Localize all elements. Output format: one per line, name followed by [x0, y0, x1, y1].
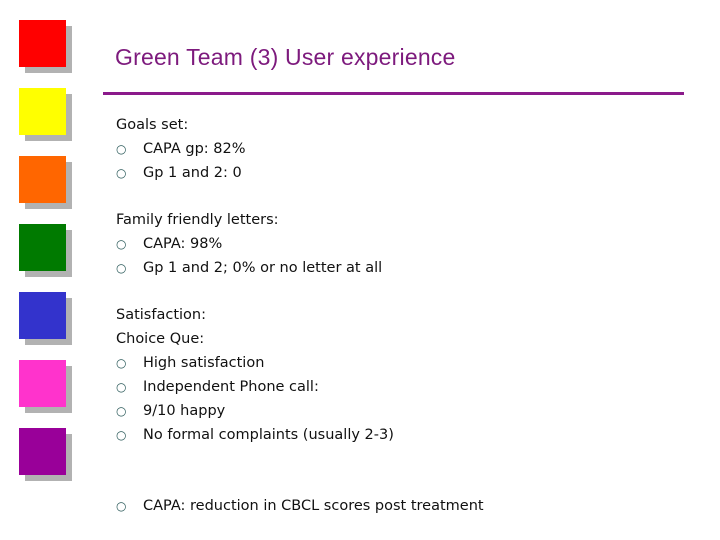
list-item-text: Gp 1 and 2; 0% or no letter at all	[143, 260, 383, 276]
list-item-text: High satisfaction	[143, 355, 265, 371]
list-item: ○ CAPA: 98%	[116, 232, 696, 256]
list-item: ○ Independent Phone call:	[116, 375, 696, 399]
bullet-circle-icon: ○	[116, 237, 127, 251]
list-item: ○ Gp 1 and 2: 0	[116, 161, 696, 185]
list-item: ○ Gp 1 and 2; 0% or no letter at all	[116, 256, 696, 280]
list-item: ○ High satisfaction	[116, 351, 696, 375]
slide-body: Goals set: ○ CAPA gp: 82% ○ Gp 1 and 2: 0 …	[116, 113, 696, 518]
list-item-text: Gp 1 and 2: 0	[143, 165, 242, 181]
list-item: ○ CAPA gp: 82%	[116, 137, 696, 161]
square-fill	[19, 88, 66, 135]
section-heading-letters: Family friendly letters:	[116, 212, 279, 228]
square-fill	[19, 20, 66, 67]
list-item-text: No formal complaints (usually 2-3)	[143, 427, 394, 443]
decor-square-red	[19, 20, 72, 73]
list-item-text: CAPA gp: 82%	[143, 141, 246, 157]
title-divider	[103, 92, 684, 95]
list-item-text: Independent Phone call:	[143, 379, 319, 395]
list-item-text: CAPA: reduction in CBCL scores post trea…	[143, 498, 484, 514]
square-fill	[19, 224, 66, 271]
square-fill	[19, 292, 66, 339]
decor-square-yellow	[19, 88, 72, 141]
decor-square-blue	[19, 292, 72, 345]
bullet-circle-icon: ○	[116, 142, 127, 156]
bullet-circle-icon: ○	[116, 261, 127, 275]
square-fill	[19, 428, 66, 475]
decor-square-green	[19, 224, 72, 277]
list-item-text: 9/10 happy	[143, 403, 226, 419]
bullet-circle-icon: ○	[116, 166, 127, 180]
list-item-text: CAPA: 98%	[143, 236, 223, 252]
list-item: ○ 9/10 happy	[116, 399, 696, 423]
bullet-circle-icon: ○	[116, 380, 127, 394]
decor-square-purple	[19, 428, 72, 481]
decor-square-orange	[19, 156, 72, 209]
square-fill	[19, 156, 66, 203]
list-item: ○ CAPA: reduction in CBCL scores post tre…	[116, 494, 696, 518]
list-item: ○ No formal complaints (usually 2-3)	[116, 423, 696, 447]
bullet-circle-icon: ○	[116, 404, 127, 418]
bullet-circle-icon: ○	[116, 356, 127, 370]
section-heading-goals: Goals set:	[116, 117, 189, 133]
square-fill	[19, 360, 66, 407]
bullet-circle-icon: ○	[116, 499, 127, 513]
slide-title: Green Team (3) User experience	[115, 44, 456, 70]
section-subheading-choice: Choice Que:	[116, 331, 205, 347]
bullet-circle-icon: ○	[116, 428, 127, 442]
decor-square-pink	[19, 360, 72, 413]
section-heading-satisfaction: Satisfaction:	[116, 307, 206, 323]
